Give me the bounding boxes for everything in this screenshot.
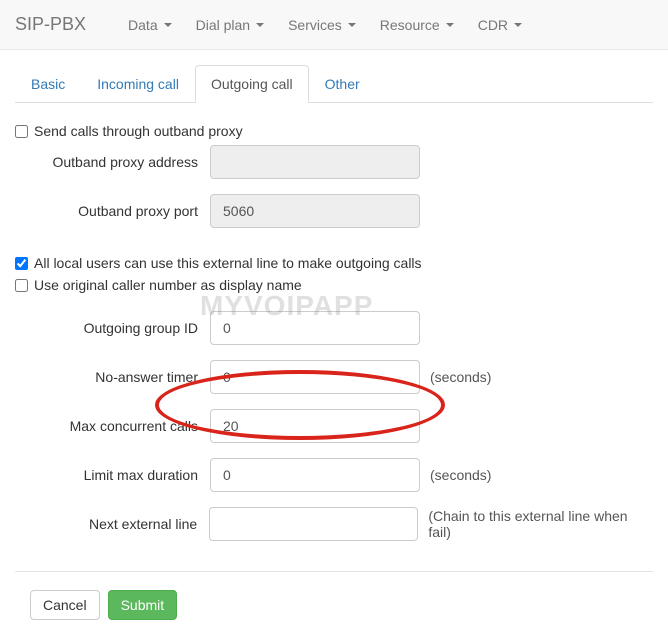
chevron-down-icon (164, 23, 172, 27)
outband-port-input[interactable] (210, 194, 420, 228)
outband-addr-label: Outband proxy address (15, 154, 210, 170)
tab-outgoing[interactable]: Outgoing call (195, 65, 309, 103)
limit-duration-label: Limit max duration (15, 467, 210, 483)
tab-incoming[interactable]: Incoming call (81, 65, 195, 103)
original-caller-checkbox[interactable] (15, 279, 28, 292)
nav-dial-plan[interactable]: Dial plan (184, 2, 276, 48)
all-local-label: All local users can use this external li… (34, 255, 422, 271)
nav-services[interactable]: Services (276, 2, 368, 48)
outband-port-label: Outband proxy port (15, 203, 210, 219)
next-line-input[interactable] (209, 507, 418, 541)
submit-button[interactable]: Submit (108, 590, 178, 620)
max-concurrent-label: Max concurrent calls (15, 418, 210, 434)
brand: SIP-PBX (15, 14, 86, 35)
no-answer-suffix: (seconds) (430, 369, 491, 385)
limit-duration-input[interactable] (210, 458, 420, 492)
chevron-down-icon (256, 23, 264, 27)
nav-resource[interactable]: Resource (368, 2, 466, 48)
tabs: Basic Incoming call Outgoing call Other (15, 65, 653, 103)
chevron-down-icon (514, 23, 522, 27)
outband-proxy-label: Send calls through outband proxy (34, 123, 243, 139)
outband-addr-input[interactable] (210, 145, 420, 179)
group-id-label: Outgoing group ID (15, 320, 210, 336)
no-answer-input[interactable] (210, 360, 420, 394)
all-local-row: All local users can use this external li… (15, 255, 653, 271)
cancel-button[interactable]: Cancel (30, 590, 100, 620)
content: Basic Incoming call Outgoing call Other … (0, 50, 668, 635)
outband-proxy-checkbox[interactable] (15, 125, 28, 138)
outband-proxy-row: Send calls through outband proxy (15, 123, 653, 139)
limit-duration-suffix: (seconds) (430, 467, 491, 483)
original-caller-row: Use original caller number as display na… (15, 277, 653, 293)
button-row: Cancel Submit (15, 571, 653, 620)
chevron-down-icon (348, 23, 356, 27)
navbar: SIP-PBX Data Dial plan Services Resource… (0, 0, 668, 50)
next-line-suffix: (Chain to this external line when fail) (428, 508, 653, 540)
max-concurrent-input[interactable] (210, 409, 420, 443)
all-local-checkbox[interactable] (15, 257, 28, 270)
nav-cdr[interactable]: CDR (466, 2, 534, 48)
original-caller-label: Use original caller number as display na… (34, 277, 302, 293)
tab-other[interactable]: Other (309, 65, 376, 103)
chevron-down-icon (446, 23, 454, 27)
nav-data[interactable]: Data (116, 2, 184, 48)
tab-basic[interactable]: Basic (15, 65, 81, 103)
group-id-input[interactable] (210, 311, 420, 345)
no-answer-label: No-answer timer (15, 369, 210, 385)
next-line-label: Next external line (15, 516, 209, 532)
